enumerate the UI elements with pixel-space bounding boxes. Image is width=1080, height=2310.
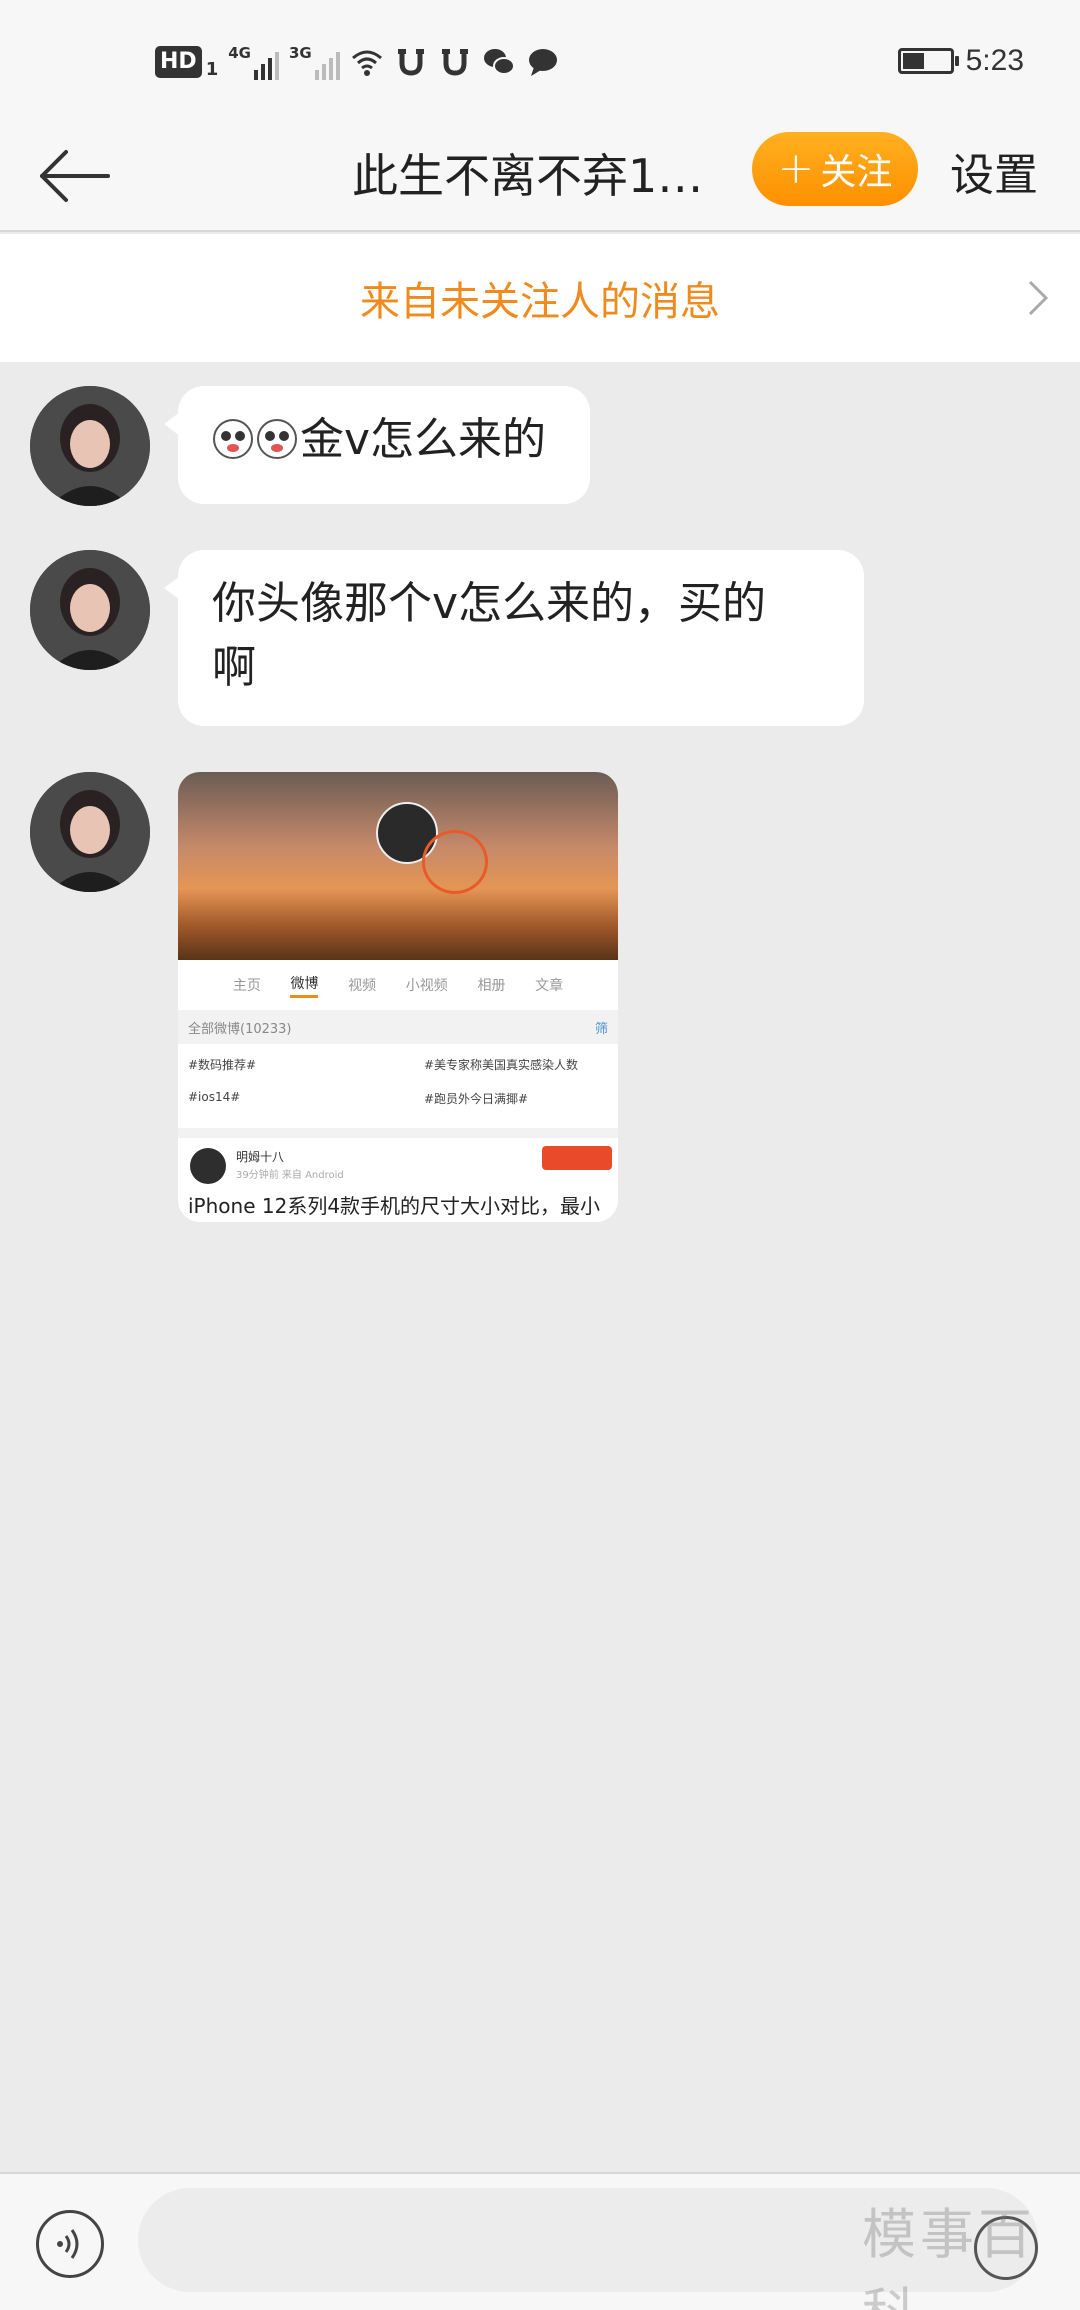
screenshot-tab: 主页 (232, 978, 261, 994)
status-icons-right: 5:23 (897, 44, 1024, 78)
screenshot-tag: #ios14# (188, 1090, 241, 1104)
voice-wave-icon (57, 2229, 79, 2259)
screenshot-tab: 小视频 (405, 978, 448, 994)
message-bubble-icon (528, 49, 557, 76)
watermark-text: 模事百科 (862, 2203, 1036, 2310)
wifi-icon (351, 50, 382, 76)
screenshot-header (178, 772, 618, 960)
screenshot-post: 明姆十八 39分钟前 来自 Android iPhone 12系列4款手机的尺寸… (178, 1138, 618, 1222)
chat-title: 此生不离不弃1… (352, 149, 704, 203)
screenshot-tags: #数码推荐# #美专家称美国真实感染人数 #ios14# #跑员外今日满揶# (178, 1044, 618, 1128)
screenshot-post-meta: 39分钟前 来自 Android (236, 1170, 344, 1181)
message-text-2-line1: 你头像那个v怎么来的，买的 (212, 578, 767, 629)
screenshot-section-header: 全部微博(10233) 筛 (178, 1010, 618, 1044)
plus-icon: + (777, 143, 815, 194)
sender-avatar[interactable] (30, 550, 150, 670)
hd-badge: HD (155, 46, 202, 78)
screenshot-post-badge (542, 1146, 612, 1170)
screenshot-post-text: iPhone 12系列4款手机的尺寸大小对比，最小的5.4寸，最大的6.7寸 (188, 1194, 601, 1218)
screenshot-filter-label: 筛 (594, 1022, 608, 1037)
nav-bar: 此生不离不弃1… + 关注 设置 (0, 120, 1080, 232)
unfollowed-messages-banner[interactable]: 来自未关注人的消息 (0, 234, 1080, 362)
wechat-icon (483, 49, 515, 75)
screenshot-tab: 相册 (477, 978, 506, 994)
hd-sub-label: 1 (205, 58, 219, 80)
settings-button[interactable]: 设置 (950, 144, 1038, 208)
avatar-photo (30, 772, 150, 892)
image-message[interactable]: 主页 微博 视频 小视频 相册 文章 全部微博(10233) 筛 #数码推荐# … (178, 772, 618, 1222)
dog-emoji-icon (213, 419, 253, 459)
net2-label: 3G (288, 44, 312, 62)
net1-label: 4G (228, 44, 251, 62)
battery-fill (902, 53, 924, 69)
message-text-2-line2: 啊 (212, 642, 256, 693)
chevron-right-icon (1028, 280, 1049, 316)
screenshot-tag: #跑员外今日满揶# (424, 1092, 529, 1106)
screenshot-tab: 视频 (348, 978, 377, 994)
back-button[interactable] (36, 140, 126, 212)
status-icons-left: HD 1 4G 3G (155, 40, 560, 84)
screenshot-section-label: 全部微博(10233) (188, 1022, 292, 1037)
back-arrow-icon (40, 150, 110, 202)
dog-emoji-icon (257, 419, 297, 459)
battery-icon (897, 48, 959, 74)
notification-u-icon (397, 49, 424, 76)
notification-u2-icon (441, 49, 468, 76)
status-bar: HD 1 4G 3G 5:23 (0, 0, 1080, 120)
screenshot-tab-active: 微博 (290, 973, 319, 998)
avatar-photo (30, 550, 150, 670)
screenshot-highlight-circle (422, 830, 488, 894)
follow-label: 关注 (820, 152, 893, 193)
banner-text: 来自未关注人的消息 (360, 279, 720, 325)
signal-4g-icon: 4G (228, 44, 279, 80)
screenshot-post-avatar (190, 1148, 226, 1184)
follow-button[interactable]: + 关注 (752, 132, 918, 206)
message-bubble-1[interactable]: 金v怎么来的 (164, 386, 590, 504)
sender-avatar[interactable] (30, 772, 150, 892)
avatar-photo (30, 386, 150, 506)
status-time: 5:23 (965, 44, 1024, 77)
message-text-1: 金v怎么来的 (300, 414, 547, 465)
message-bubble-2[interactable]: 你头像那个v怎么来的，买的 啊 (164, 550, 864, 726)
screenshot-tag: #数码推荐# (188, 1058, 257, 1072)
screenshot-tabs: 主页 微博 视频 小视频 相册 文章 (178, 960, 618, 1010)
screenshot-post-name: 明姆十八 (236, 1150, 285, 1164)
screenshot-tag: #美专家称美国真实感染人数 (424, 1058, 579, 1072)
sender-avatar[interactable] (30, 386, 150, 506)
signal-3g-icon: 3G (289, 44, 340, 80)
screenshot-tab: 文章 (535, 978, 564, 994)
screenshot-separator (178, 1128, 618, 1138)
voice-input-button[interactable] (36, 2210, 104, 2278)
